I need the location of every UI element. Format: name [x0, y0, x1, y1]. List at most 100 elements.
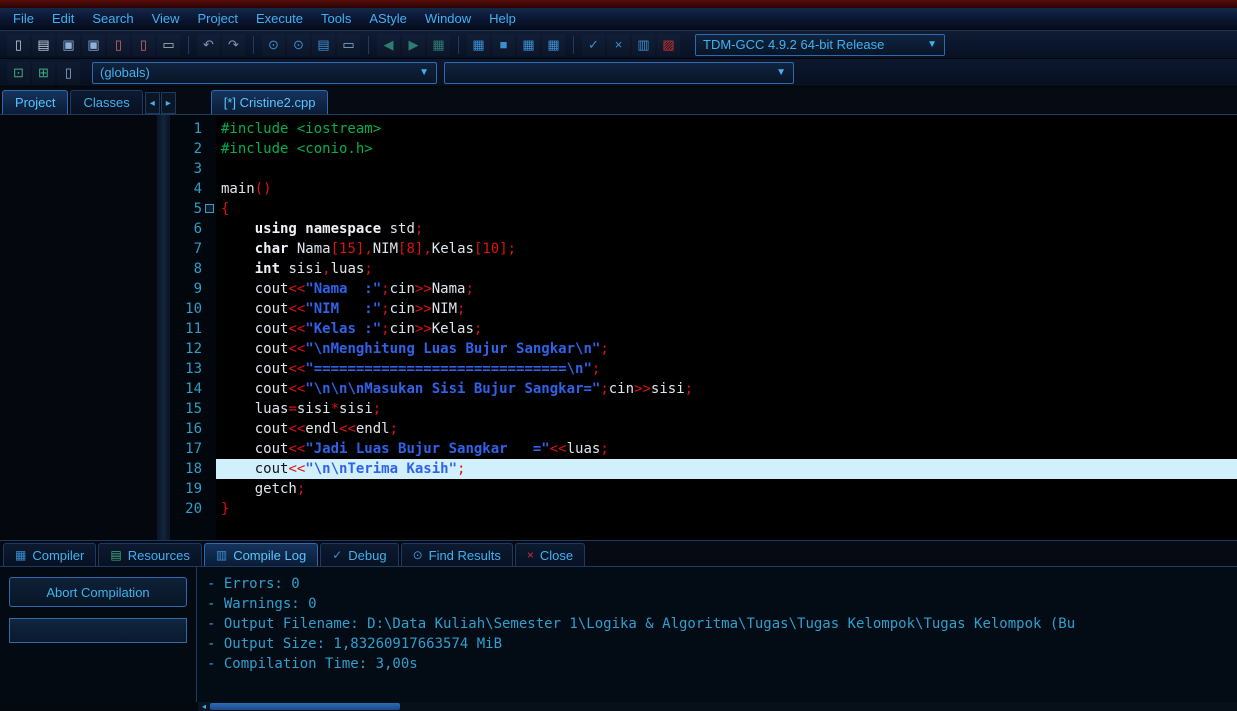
history-button[interactable]: ▦ [427, 34, 450, 56]
gutter-line[interactable]: 15 [170, 399, 216, 419]
compile-run-button[interactable]: ▦ [517, 34, 540, 56]
code-line[interactable] [216, 159, 1237, 179]
fold-marker-icon[interactable] [205, 204, 214, 213]
code-line[interactable]: cout<<"Nama :";cin>>Nama; [216, 279, 1237, 299]
gutter-line[interactable]: 18 [170, 459, 216, 479]
tab-scroll-right-button[interactable]: ▸ [160, 92, 176, 114]
back-button[interactable]: ◀ [377, 34, 400, 56]
profile-button[interactable]: ▥ [632, 34, 655, 56]
gutter-line[interactable]: 16 [170, 419, 216, 439]
code-line[interactable]: cout<<"\nMenghitung Luas Bujur Sangkar\n… [216, 339, 1237, 359]
compiler-select[interactable]: TDM-GCC 4.9.2 64-bit Release ▼ [695, 33, 945, 56]
tab-compiler[interactable]: ▦ Compiler [3, 543, 97, 566]
menu-item-project[interactable]: Project [189, 9, 247, 28]
compile-button[interactable]: ▦ [467, 34, 490, 56]
insert-button[interactable]: ⊡ [7, 62, 30, 84]
members-select[interactable]: ▼ [444, 61, 794, 84]
print-button[interactable]: ▭ [157, 34, 180, 56]
gutter-line[interactable]: 12 [170, 339, 216, 359]
tab-classes[interactable]: Classes [70, 90, 143, 114]
new-file-button[interactable]: ▯ [7, 34, 30, 56]
open-file-button[interactable]: ▤ [32, 34, 55, 56]
debug-button[interactable]: ✓ [582, 34, 605, 56]
gutter-line[interactable]: 13 [170, 359, 216, 379]
menu-item-edit[interactable]: Edit [43, 9, 83, 28]
scroll-left-arrow-icon[interactable]: ◂ [198, 702, 210, 711]
globals-select[interactable]: (globals) ▼ [92, 61, 437, 84]
log-horizontal-scrollbar[interactable]: ◂ [0, 702, 1237, 711]
goto-bookmark-button[interactable]: ▯ [57, 62, 80, 84]
gutter-line[interactable]: 1 [170, 119, 216, 139]
menu-item-tools[interactable]: Tools [312, 9, 360, 28]
code-line[interactable]: char Nama[15],NIM[8],Kelas[10]; [216, 239, 1237, 259]
menu-item-execute[interactable]: Execute [247, 9, 312, 28]
code-line[interactable]: getch; [216, 479, 1237, 499]
code-line[interactable]: cout<<"\n\nTerima Kasih"; [216, 459, 1237, 479]
code-line[interactable]: #include <iostream> [216, 119, 1237, 139]
gutter-line[interactable]: 10 [170, 299, 216, 319]
code-line[interactable]: } [216, 499, 1237, 519]
run-button[interactable]: ■ [492, 34, 515, 56]
gutter-line[interactable]: 4 [170, 179, 216, 199]
gutter-line[interactable]: 3 [170, 159, 216, 179]
close-all-button[interactable]: ▯ [132, 34, 155, 56]
code-line[interactable]: int sisi,luas; [216, 259, 1237, 279]
code-line[interactable]: cout<<"NIM :";cin>>NIM; [216, 299, 1237, 319]
print-file-button[interactable]: ▭ [337, 34, 360, 56]
tab-scroll-left-button[interactable]: ◂ [144, 92, 160, 114]
gutter-line[interactable]: 19 [170, 479, 216, 499]
code-line[interactable]: #include <conio.h> [216, 139, 1237, 159]
code-line[interactable]: { [216, 199, 1237, 219]
code-editor[interactable]: 1 2 3 4 5 6 7 8 9 10 11 12 13 14 15 16 17 18 19 20 #include… [170, 115, 1237, 540]
redo-button[interactable]: ↷ [222, 34, 245, 56]
gutter-line[interactable]: 2 [170, 139, 216, 159]
gutter-line[interactable]: 11 [170, 319, 216, 339]
save-button[interactable]: ▣ [57, 34, 80, 56]
code-line[interactable]: cout<<"\n\n\nMasukan Sisi Bujur Sangkar=… [216, 379, 1237, 399]
toggle-bookmark-button[interactable]: ⊞ [32, 62, 55, 84]
abort-compilation-button[interactable]: Abort Compilation [9, 577, 187, 607]
tab-debug[interactable]: ✓ Debug [320, 543, 399, 566]
scrollbar-track[interactable] [210, 702, 1237, 711]
find-in-files-button[interactable]: ▤ [312, 34, 335, 56]
menu-item-window[interactable]: Window [416, 9, 480, 28]
menu-item-view[interactable]: View [143, 9, 189, 28]
code-line[interactable]: cout<<"==============================\n"… [216, 359, 1237, 379]
gutter-line[interactable]: 17 [170, 439, 216, 459]
menu-item-help[interactable]: Help [480, 9, 525, 28]
menu-item-search[interactable]: Search [83, 9, 142, 28]
project-panel[interactable] [0, 115, 158, 540]
code-area[interactable]: #include <iostream> #include <conio.h> mai… [216, 115, 1237, 540]
code-line[interactable]: luas=sisi*sisi; [216, 399, 1237, 419]
code-line[interactable]: cout<<"Kelas :";cin>>Kelas; [216, 319, 1237, 339]
gutter-line[interactable]: 6 [170, 219, 216, 239]
gutter-line[interactable]: 9 [170, 279, 216, 299]
gutter-line[interactable]: 7 [170, 239, 216, 259]
close-file-button[interactable]: ▯ [107, 34, 130, 56]
gutter-line[interactable]: 14 [170, 379, 216, 399]
code-line[interactable]: using namespace std; [216, 219, 1237, 239]
gutter-line[interactable]: 8 [170, 259, 216, 279]
delete-profiling-button[interactable]: ▨ [657, 34, 680, 56]
tab-compile-log[interactable]: ▥ Compile Log [203, 543, 319, 566]
rebuild-button[interactable]: ▦ [542, 34, 565, 56]
replace-button[interactable]: ⊙ [287, 34, 310, 56]
menu-item-file[interactable]: File [4, 9, 43, 28]
code-line[interactable]: main() [216, 179, 1237, 199]
tab-close[interactable]: × Close [514, 543, 586, 566]
find-button[interactable]: ⊙ [262, 34, 285, 56]
code-line[interactable]: cout<<"Jadi Luas Bujur Sangkar ="<<luas; [216, 439, 1237, 459]
tab-find-results[interactable]: ⊙ Find Results [400, 543, 513, 566]
save-all-button[interactable]: ▣ [82, 34, 105, 56]
tab-project[interactable]: Project [2, 90, 69, 114]
editor-tab-cristine2[interactable]: [*] Cristine2.cpp [210, 90, 329, 114]
gutter-line[interactable]: 20 [170, 499, 216, 519]
menu-item-astyle[interactable]: AStyle [360, 9, 416, 28]
sidebar-scrollbar[interactable] [158, 115, 170, 540]
forward-button[interactable]: ▶ [402, 34, 425, 56]
abort-button[interactable]: × [607, 34, 630, 56]
gutter-line[interactable]: 5 [170, 199, 216, 219]
scrollbar-thumb[interactable] [210, 703, 400, 710]
undo-button[interactable]: ↶ [197, 34, 220, 56]
code-line[interactable]: cout<<endl<<endl; [216, 419, 1237, 439]
